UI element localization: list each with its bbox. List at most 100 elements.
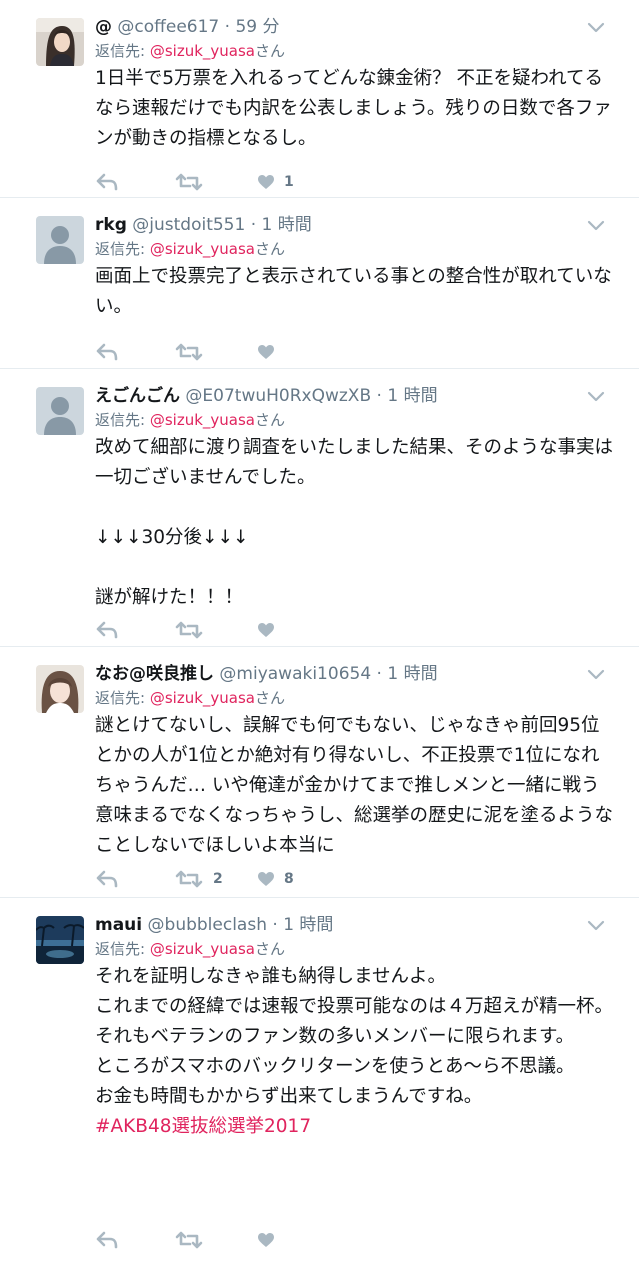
reply-icon bbox=[96, 1231, 118, 1249]
reply-button[interactable] bbox=[95, 170, 119, 194]
display-name[interactable]: なお@咲良推し bbox=[95, 664, 214, 684]
reply-prefix: 返信先: bbox=[95, 240, 146, 258]
heart-icon bbox=[258, 344, 274, 359]
avatar[interactable] bbox=[36, 18, 84, 66]
chevron-down-icon[interactable] bbox=[587, 22, 605, 34]
tweet-header: maui @bubbleclash · 1 時間 bbox=[95, 914, 615, 936]
reply-prefix: 返信先: bbox=[95, 42, 146, 60]
separator: · bbox=[250, 215, 257, 235]
display-name[interactable]: rkg bbox=[95, 215, 127, 235]
screen-name[interactable]: @miyawaki10654 bbox=[219, 664, 371, 684]
retweet-count: 2 bbox=[213, 871, 223, 887]
tweet-text: 改めて細部に渡り調査をいたしました結果、そのような事実は一切ございませんでした。… bbox=[95, 437, 614, 608]
reply-button[interactable] bbox=[95, 340, 119, 364]
chevron-down-icon[interactable] bbox=[587, 669, 605, 681]
tweet-header: @ @coffee617 · 59 分 bbox=[95, 16, 615, 38]
reply-prefix: 返信先: bbox=[95, 940, 146, 958]
retweet-icon bbox=[175, 173, 203, 191]
like-button[interactable]: 8 bbox=[258, 867, 294, 891]
retweet-button[interactable] bbox=[175, 618, 213, 642]
separator: · bbox=[224, 17, 231, 37]
separator: · bbox=[376, 386, 382, 406]
reply-button[interactable] bbox=[95, 618, 119, 642]
screen-name[interactable]: @E07twuH0RxQwzXB bbox=[185, 386, 371, 406]
tweet-text: 謎とけてないし、誤解でも何でもない、じゃなきゃ前回95位とかの人が1位とか絶対有… bbox=[95, 715, 614, 856]
chevron-down-icon[interactable] bbox=[587, 220, 605, 232]
timestamp[interactable]: 1 時間 bbox=[387, 386, 437, 406]
heart-icon bbox=[258, 174, 274, 189]
display-name[interactable]: @ bbox=[95, 17, 112, 37]
like-count: 8 bbox=[284, 871, 294, 887]
reply-suffix: さん bbox=[254, 940, 285, 958]
retweet-icon bbox=[175, 621, 203, 639]
tweet-text: それを証明しなきゃ誰も納得しませんよ。 これまでの経緯では速報で投票可能なのは４… bbox=[95, 962, 615, 1142]
retweet-icon bbox=[175, 870, 203, 888]
tweet[interactable]: @ @coffee617 · 59 分 返信先: @sizuk_yuasaさん … bbox=[0, 0, 639, 198]
tweet[interactable]: maui @bubbleclash · 1 時間 返信先: @sizuk_yua… bbox=[0, 898, 639, 1264]
chevron-down-icon[interactable] bbox=[587, 920, 605, 932]
hashtag-link[interactable]: #AKB48選抜総選挙2017 bbox=[95, 1116, 311, 1137]
separator: · bbox=[376, 664, 382, 684]
avatar[interactable] bbox=[36, 916, 84, 964]
retweet-button[interactable] bbox=[175, 340, 213, 364]
timestamp[interactable]: 59 分 bbox=[235, 17, 279, 37]
reply-suffix: さん bbox=[254, 689, 285, 707]
reply-context: 返信先: @sizuk_yuasaさん bbox=[95, 410, 615, 430]
like-button[interactable] bbox=[258, 618, 284, 642]
tweet-header: rkg @justdoit551 · 1 時間 bbox=[95, 214, 615, 236]
avatar-photo bbox=[36, 665, 84, 713]
display-name[interactable]: maui bbox=[95, 915, 142, 935]
reply-context: 返信先: @sizuk_yuasaさん bbox=[95, 688, 615, 708]
default-profile-icon bbox=[36, 387, 84, 435]
tweet-body: それを証明しなきゃ誰も納得しませんよ。 これまでの経緯では速報で投票可能なのは４… bbox=[95, 966, 614, 1107]
timestamp[interactable]: 1 時間 bbox=[262, 215, 312, 235]
avatar[interactable] bbox=[36, 216, 84, 264]
like-button[interactable]: 1 bbox=[258, 170, 294, 194]
screen-name[interactable]: @bubbleclash bbox=[148, 915, 267, 935]
avatar[interactable] bbox=[36, 665, 84, 713]
mention-link[interactable]: @sizuk_yuasa bbox=[150, 689, 255, 707]
screen-name[interactable]: @coffee617 bbox=[117, 17, 219, 37]
reply-button[interactable] bbox=[95, 1228, 119, 1252]
retweet-button[interactable]: 2 bbox=[175, 867, 223, 891]
mention-link[interactable]: @sizuk_yuasa bbox=[150, 240, 255, 258]
heart-icon bbox=[258, 871, 274, 886]
retweet-button[interactable] bbox=[175, 170, 213, 194]
tweet[interactable]: えごんごん @E07twuH0RxQwzXB · 1 時間 返信先: @sizu… bbox=[0, 369, 639, 647]
reply-button[interactable] bbox=[95, 867, 119, 891]
like-button[interactable] bbox=[258, 340, 284, 364]
tweet-text: 画面上で投票完了と表示されている事との整合性が取れていない。 bbox=[95, 266, 612, 317]
reply-context: 返信先: @sizuk_yuasaさん bbox=[95, 239, 615, 259]
retweet-icon bbox=[175, 1231, 203, 1249]
retweet-icon bbox=[175, 343, 203, 361]
reply-icon bbox=[96, 343, 118, 361]
like-button[interactable] bbox=[258, 1228, 284, 1252]
reply-prefix: 返信先: bbox=[95, 689, 146, 707]
mention-link[interactable]: @sizuk_yuasa bbox=[150, 42, 255, 60]
tweet-header: えごんごん @E07twuH0RxQwzXB · 1 時間 bbox=[95, 385, 615, 407]
avatar-photo bbox=[36, 916, 84, 964]
separator: · bbox=[272, 915, 278, 935]
reply-prefix: 返信先: bbox=[95, 411, 146, 429]
like-count: 1 bbox=[284, 174, 294, 190]
reply-suffix: さん bbox=[254, 42, 285, 60]
tweet[interactable]: なお@咲良推し @miyawaki10654 · 1 時間 返信先: @sizu… bbox=[0, 647, 639, 898]
mention-link[interactable]: @sizuk_yuasa bbox=[150, 940, 255, 958]
avatar-photo bbox=[36, 18, 84, 66]
display-name[interactable]: えごんごん bbox=[95, 386, 180, 406]
reply-context: 返信先: @sizuk_yuasaさん bbox=[95, 41, 615, 61]
tweet[interactable]: rkg @justdoit551 · 1 時間 返信先: @sizuk_yuas… bbox=[0, 198, 639, 369]
retweet-button[interactable] bbox=[175, 1228, 213, 1252]
tweet-header: なお@咲良推し @miyawaki10654 · 1 時間 bbox=[95, 663, 615, 685]
reply-suffix: さん bbox=[254, 240, 285, 258]
timestamp[interactable]: 1 時間 bbox=[283, 915, 333, 935]
reply-icon bbox=[96, 621, 118, 639]
screen-name[interactable]: @justdoit551 bbox=[132, 215, 245, 235]
mention-link[interactable]: @sizuk_yuasa bbox=[150, 411, 255, 429]
avatar[interactable] bbox=[36, 387, 84, 435]
chevron-down-icon[interactable] bbox=[587, 391, 605, 403]
heart-icon bbox=[258, 1232, 274, 1247]
reply-icon bbox=[96, 870, 118, 888]
tweet-text: 1日半で5万票を入れるってどんな錬金術？ 不正を疑われてるなら速報だけでも内訳を… bbox=[95, 68, 612, 149]
timestamp[interactable]: 1 時間 bbox=[387, 664, 437, 684]
